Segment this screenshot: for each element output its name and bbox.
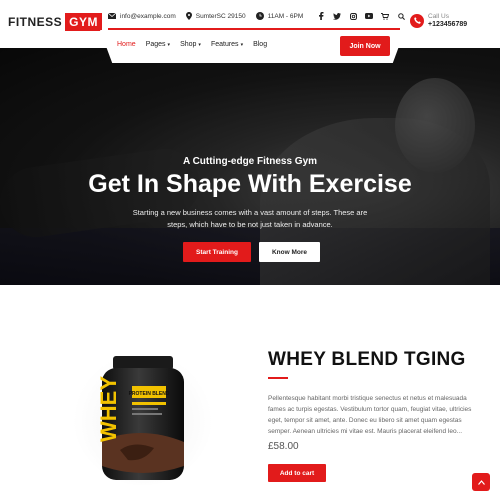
product-price: £58.00 [268,441,299,452]
nav-item-label: Blog [253,41,268,48]
instagram-icon[interactable] [345,8,361,24]
know-more-button[interactable]: Know More [259,242,320,262]
nav-item-label: Shop [180,41,197,48]
scroll-to-top-button[interactable] [472,473,490,491]
phone-number[interactable]: +123456789 [428,21,467,28]
title-underline [268,377,288,379]
search-icon[interactable] [393,8,409,24]
chevron-down-icon: ▾ [240,41,244,48]
chevron-down-icon: ▾ [167,41,171,48]
main-navigation: Home Pages ▾ Shop ▾ Features ▾ Blog [117,41,277,48]
jar-label-sub: PROTEIN BLEND [129,391,170,397]
phone-icon [410,13,424,28]
facebook-icon[interactable] [313,8,329,24]
join-now-button[interactable]: Join Now [340,36,390,56]
nav-item-blog[interactable]: Blog [253,41,267,48]
top-info-bar: info@example.com SumterSC 29150 11AM - 6… [108,5,405,27]
envelope-icon [108,13,116,19]
hero-banner: A Cutting-edge Fitness Gym Get In Shape … [0,48,500,285]
nav-item-label: Pages [145,41,166,48]
nav-item-label: Features [210,41,239,48]
email-text: info@example.com [120,12,176,20]
chevron-down-icon: ▾ [198,41,201,48]
location-pin-icon [185,12,192,20]
call-us-block[interactable]: Call Us +123456789 [410,13,467,28]
email-info[interactable]: info@example.com [108,13,176,20]
header-divider [108,28,400,30]
hours-info: 11AM - 6PM [255,12,304,20]
site-logo[interactable]: FITNESS GYM [8,13,103,31]
product-title: WHEY BLEND TGING [268,349,466,370]
call-us-text: Call Us +123456789 [428,13,467,28]
nav-item-label: Home [117,41,136,48]
social-links [313,8,409,24]
page: FITNESS GYM info@example.com SumterSC 29… [0,0,500,500]
location-info: SumterSC 29150 [185,12,246,20]
add-to-cart-button[interactable]: Add to cart [268,464,326,482]
product-image[interactable]: WHEY PROTEIN BLEND [68,330,218,490]
nav-item-pages[interactable]: Pages ▾ [146,41,170,48]
nav-item-shop[interactable]: Shop ▾ [180,41,201,48]
clock-icon [255,12,264,20]
location-text: SumterSC 29150 [195,12,246,20]
hero-title: Get In Shape With Exercise [88,170,412,198]
chevron-up-icon [477,479,485,485]
hero-subtitle: A Cutting-edge Fitness Gym [182,156,318,167]
call-us-label: Call Us [428,13,449,20]
nav-item-home[interactable]: Home [117,41,136,48]
start-training-button[interactable]: Start Training [183,242,251,262]
twitter-icon[interactable] [329,8,345,24]
logo-text-fitness: FITNESS [8,15,63,29]
cart-icon[interactable] [377,8,393,24]
logo-text-gym: GYM [65,13,103,31]
hero-description: Starting a new business comes with a vas… [132,208,368,229]
hours-text: 11AM - 6PM [267,12,304,20]
youtube-icon[interactable] [361,8,377,24]
product-description: Pellentesque habitant morbi tristique se… [268,395,472,435]
jar-label-main: WHEY [96,376,121,442]
nav-item-features[interactable]: Features ▾ [211,41,243,48]
